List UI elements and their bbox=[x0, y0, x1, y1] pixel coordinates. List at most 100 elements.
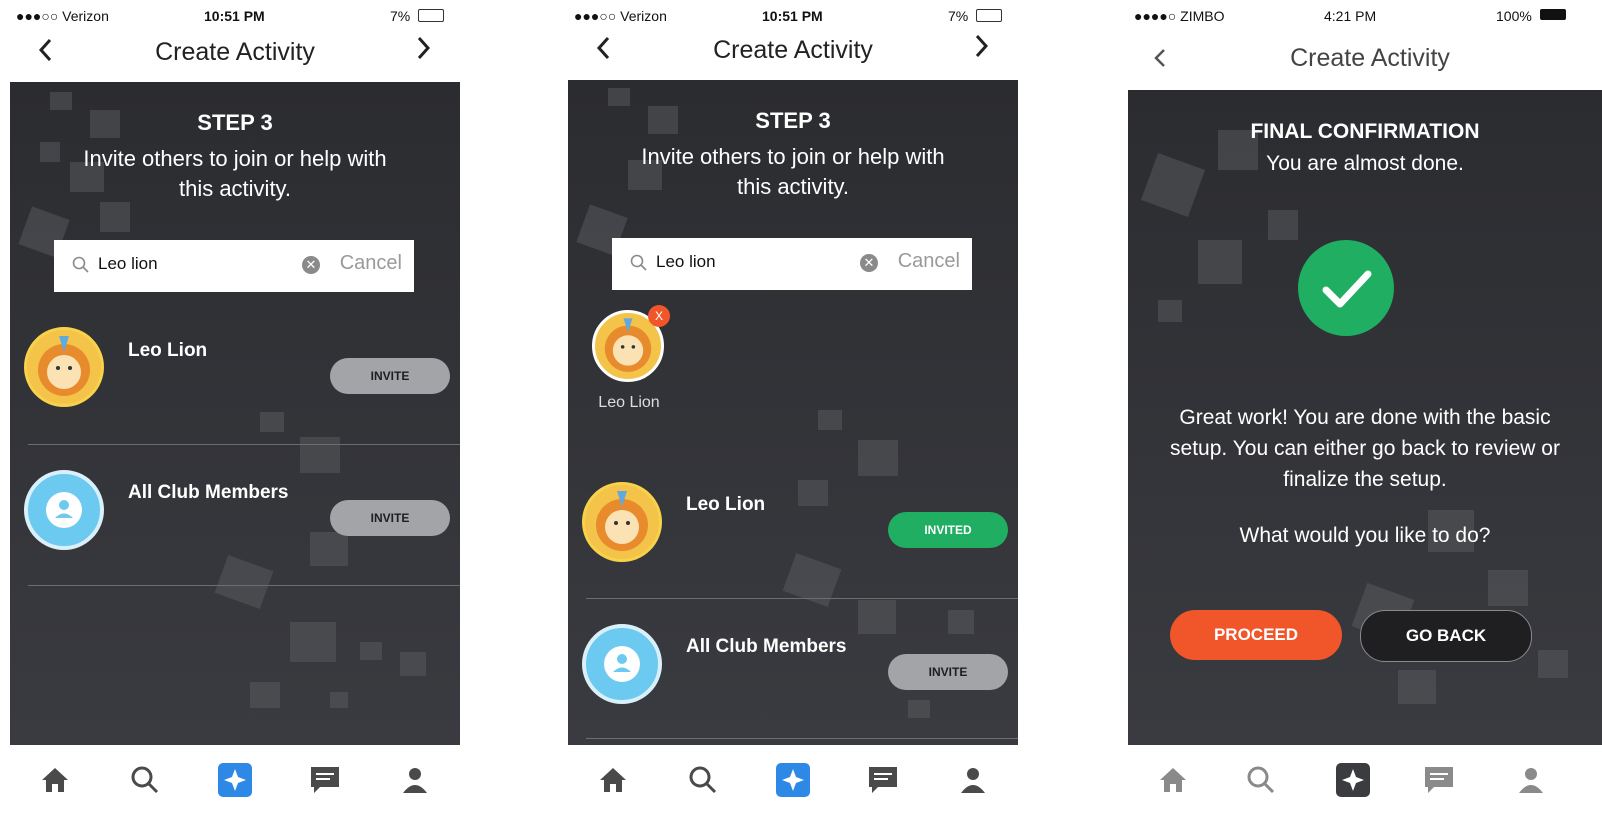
profile-icon[interactable] bbox=[1514, 763, 1548, 797]
carrier-label: ●●●●○ ZIMBO bbox=[1134, 8, 1225, 24]
bg-square bbox=[1538, 650, 1568, 678]
battery-percent: 7% bbox=[948, 8, 969, 24]
bg-square bbox=[250, 682, 280, 708]
bg-square bbox=[858, 440, 898, 476]
home-icon[interactable] bbox=[596, 763, 630, 797]
bg-square bbox=[260, 412, 284, 432]
divider bbox=[586, 738, 1018, 739]
messages-icon[interactable] bbox=[308, 763, 342, 797]
chevron-right-icon bbox=[417, 36, 431, 60]
search-icon[interactable] bbox=[1244, 763, 1278, 797]
user-circle-icon bbox=[604, 646, 640, 682]
user-circle-icon bbox=[46, 492, 82, 528]
bg-square bbox=[310, 532, 348, 566]
activity-icon[interactable] bbox=[1336, 763, 1370, 797]
chevron-right-icon bbox=[975, 34, 989, 58]
bg-square bbox=[908, 700, 930, 718]
activity-icon[interactable] bbox=[776, 763, 810, 797]
search-icon[interactable] bbox=[686, 763, 720, 797]
proceed-button[interactable]: PROCEED bbox=[1170, 610, 1342, 660]
bg-square bbox=[214, 554, 274, 610]
clock: 10:51 PM bbox=[204, 8, 265, 24]
bg-square bbox=[1488, 570, 1528, 606]
messages-icon[interactable] bbox=[866, 763, 900, 797]
avatar-all-club-members bbox=[24, 470, 104, 550]
battery-icon bbox=[418, 9, 444, 22]
step-title: STEP 3 bbox=[197, 110, 273, 135]
bg-square bbox=[858, 600, 896, 634]
messages-icon[interactable] bbox=[1422, 763, 1456, 797]
row-name-all-club-members: All Club Members bbox=[686, 636, 847, 657]
screen-final-confirmation: ●●●●○ ZIMBO 4:21 PM 100% Create Activity… bbox=[1118, 0, 1602, 815]
cancel-search-button[interactable]: Cancel bbox=[340, 252, 402, 275]
invite-button-leo-lion[interactable]: INVITE bbox=[330, 358, 450, 394]
home-icon[interactable] bbox=[38, 763, 72, 797]
page-title: Create Activity bbox=[155, 38, 315, 66]
status-bar: ●●●○○ Verizon 10:51 PM 7% bbox=[558, 0, 1028, 30]
page-title: Create Activity bbox=[1290, 44, 1450, 72]
step-subtitle: Invite others to join or help with this … bbox=[641, 144, 945, 199]
clock: 10:51 PM bbox=[762, 8, 823, 24]
bg-square bbox=[1398, 670, 1436, 704]
confirmation-question: What would you like to do? bbox=[1239, 524, 1491, 547]
remove-selected-button[interactable]: X bbox=[648, 305, 670, 327]
bg-square bbox=[1198, 240, 1242, 284]
battery-percent: 100% bbox=[1496, 8, 1532, 24]
nav-bar: Create Activity bbox=[0, 30, 470, 82]
nav-bar: Create Activity bbox=[1118, 36, 1602, 88]
cancel-search-button[interactable]: Cancel bbox=[898, 250, 960, 273]
bg-square bbox=[100, 202, 130, 232]
step-subtitle: Invite others to join or help with this … bbox=[83, 146, 387, 201]
search-icon bbox=[630, 254, 647, 271]
carrier-label: ●●●○○ Verizon bbox=[16, 8, 109, 24]
bg-square bbox=[608, 88, 630, 106]
search-input[interactable]: Leo lion bbox=[98, 254, 158, 274]
search-bar[interactable]: Leo lion ✕ Cancel bbox=[54, 240, 414, 292]
confirmation-title: FINAL CONFIRMATION bbox=[1250, 120, 1480, 143]
clear-search-icon[interactable]: ✕ bbox=[302, 256, 320, 274]
next-button[interactable] bbox=[410, 32, 450, 72]
step-title: STEP 3 bbox=[755, 108, 831, 133]
search-input[interactable]: Leo lion bbox=[656, 252, 716, 272]
row-name-leo-lion: Leo Lion bbox=[686, 494, 766, 515]
content-panel: FINAL CONFIRMATION You are almost done. … bbox=[1128, 90, 1602, 745]
nav-bar: Create Activity bbox=[558, 30, 1028, 82]
page-title: Create Activity bbox=[713, 36, 873, 64]
bg-square bbox=[400, 652, 426, 676]
clear-search-icon[interactable]: ✕ bbox=[860, 254, 878, 272]
invite-button-all-club-members[interactable]: INVITE bbox=[330, 500, 450, 536]
profile-icon[interactable] bbox=[398, 763, 432, 797]
next-button[interactable] bbox=[968, 32, 1008, 72]
divider bbox=[28, 444, 460, 445]
screen-invite-search: ●●●○○ Verizon 10:51 PM 7% Create Activit… bbox=[0, 0, 470, 815]
bg-square bbox=[1268, 210, 1298, 240]
tab-bar bbox=[0, 745, 470, 815]
bg-square bbox=[330, 692, 348, 708]
bg-square bbox=[818, 410, 842, 430]
success-check-icon bbox=[1298, 240, 1394, 336]
clock: 4:21 PM bbox=[1324, 8, 1377, 24]
invite-button-all-club-members[interactable]: INVITE bbox=[888, 654, 1008, 690]
row-name-leo-lion: Leo Lion bbox=[128, 340, 208, 361]
tab-bar bbox=[1118, 745, 1602, 815]
selected-name: Leo Lion bbox=[598, 394, 660, 411]
bg-square bbox=[948, 610, 974, 634]
avatar-all-club-members bbox=[582, 624, 662, 704]
home-icon[interactable] bbox=[1156, 763, 1190, 797]
bg-square bbox=[798, 480, 828, 506]
divider bbox=[28, 585, 460, 586]
content-panel: STEP 3 Invite others to join or help wit… bbox=[10, 82, 460, 745]
bg-square bbox=[1158, 300, 1182, 322]
carrier-label: ●●●○○ Verizon bbox=[574, 8, 667, 24]
avatar-leo-lion bbox=[582, 482, 662, 562]
activity-icon[interactable] bbox=[218, 763, 252, 797]
search-icon[interactable] bbox=[128, 763, 162, 797]
invited-button-leo-lion[interactable]: INVITED bbox=[888, 512, 1008, 548]
bg-square bbox=[50, 92, 72, 110]
battery-percent: 7% bbox=[390, 8, 411, 24]
bg-square bbox=[360, 642, 382, 660]
profile-icon[interactable] bbox=[956, 763, 990, 797]
go-back-button[interactable]: GO BACK bbox=[1360, 610, 1532, 662]
search-bar[interactable]: Leo lion ✕ Cancel bbox=[612, 238, 972, 290]
content-panel: STEP 3 Invite others to join or help wit… bbox=[568, 80, 1018, 745]
